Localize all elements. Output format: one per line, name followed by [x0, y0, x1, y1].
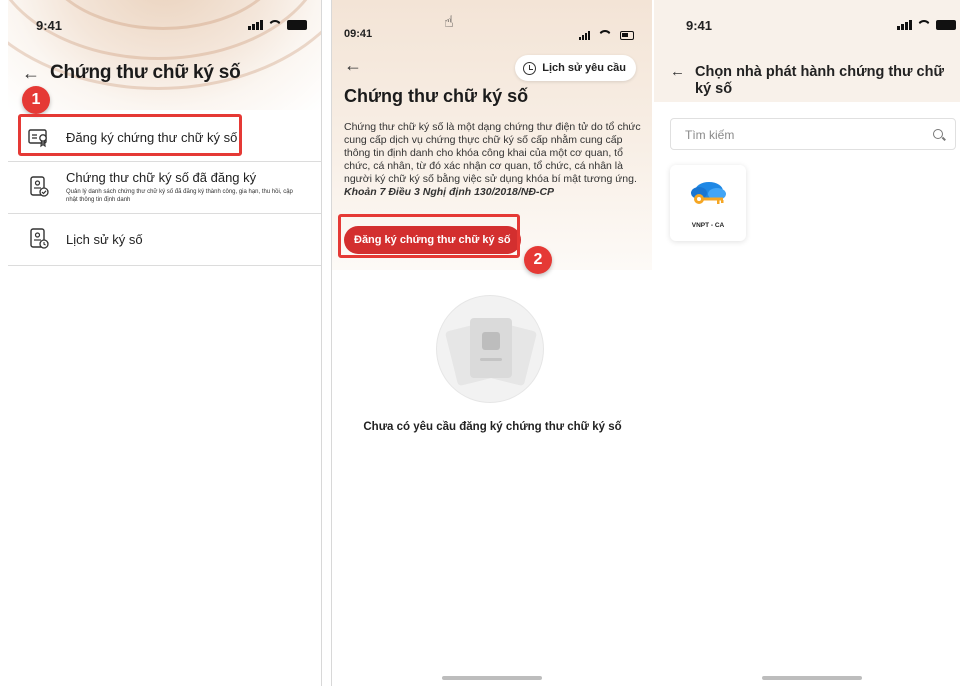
home-indicator	[442, 676, 542, 680]
status-bar: 9:41	[654, 18, 960, 38]
battery-icon	[287, 20, 307, 30]
step-badge-1: 1	[22, 86, 50, 114]
highlight-box-step-1	[18, 114, 242, 156]
back-arrow-icon[interactable]: ←	[22, 64, 40, 82]
wifi-icon	[268, 20, 282, 30]
battery-icon	[936, 20, 956, 30]
empty-state-illustration	[436, 295, 544, 403]
signal-icon	[248, 20, 263, 30]
search-field[interactable]: Tìm kiếm	[670, 118, 956, 150]
menu-item-label: Chứng thư chữ ký số đã đăng ký	[66, 170, 257, 185]
page-title: Chứng thư chữ ký số	[344, 86, 529, 106]
screen-digital-certificate-menu: 9:41 ← Chứng thư chữ ký số 1 Đăng ký chứ…	[8, 0, 322, 686]
menu-item-registered[interactable]: Chứng thư chữ ký số đã đăng ký Quản lý d…	[8, 162, 321, 214]
clock-icon	[523, 61, 537, 75]
status-time: 09:41	[344, 28, 373, 40]
document-history-icon	[30, 228, 49, 249]
menu-item-history[interactable]: Lịch sử ký số	[8, 214, 321, 266]
search-icon[interactable]	[933, 129, 943, 139]
screen-choose-issuer: 9:41 ← Chọn nhà phát hành chứng thư chữ …	[654, 0, 960, 686]
legal-reference: Khoản 7 Điều 3 Nghị định 130/2018/NĐ-CP	[344, 186, 555, 198]
search-placeholder: Tìm kiếm	[685, 128, 735, 142]
document-check-icon	[30, 176, 49, 197]
home-indicator	[762, 676, 862, 680]
menu-item-label: Lịch sử ký số	[66, 232, 143, 247]
step-badge-2: 2	[524, 246, 552, 274]
empty-state-text: Chưa có yêu cầu đăng ký chứng thư chữ ký…	[363, 421, 622, 433]
page-title: Chọn nhà phát hành chứng thư chữ ký số	[695, 64, 944, 97]
status-bar: 9:41	[8, 18, 321, 38]
status-time: 9:41	[36, 18, 63, 33]
back-arrow-icon[interactable]: ←	[344, 56, 362, 74]
menu-item-subtitle: Quản lý danh sách chứng thư chữ ký số đã…	[66, 189, 293, 203]
wifi-icon	[917, 20, 931, 30]
signal-icon	[579, 30, 590, 40]
status-time: 9:41	[686, 18, 713, 33]
highlight-box-step-2	[338, 214, 520, 258]
back-arrow-icon[interactable]: ←	[670, 64, 685, 98]
header: ← Chọn nhà phát hành chứng thư chữ ký số	[670, 64, 945, 98]
vnpt-ca-logo	[691, 182, 726, 204]
bronze-drum-background	[8, 0, 321, 110]
request-history-label: Lịch sử yêu cầu	[542, 62, 626, 74]
description: Chứng thư chữ ký số là một dạng chứng th…	[344, 121, 644, 199]
header: ← Chứng thư chữ ký số	[22, 62, 241, 84]
issuer-name: VNPT - CA	[691, 222, 725, 229]
description-text: Chứng thư chữ ký số là một dạng chứng th…	[344, 121, 641, 185]
status-bar: 09:41	[332, 28, 652, 48]
issuer-card-vnpt-ca[interactable]: VNPT - CA	[670, 165, 746, 241]
wifi-icon	[598, 30, 612, 40]
id-card-icon	[470, 318, 512, 378]
screen-certificate-info: ☝ 09:41 ← Lịch sử yêu cầu Chứng thư chữ …	[331, 0, 652, 686]
battery-icon	[620, 30, 634, 40]
signal-icon	[897, 20, 912, 30]
request-history-button[interactable]: Lịch sử yêu cầu	[515, 55, 636, 81]
page-title: Chứng thư chữ ký số	[50, 62, 241, 83]
